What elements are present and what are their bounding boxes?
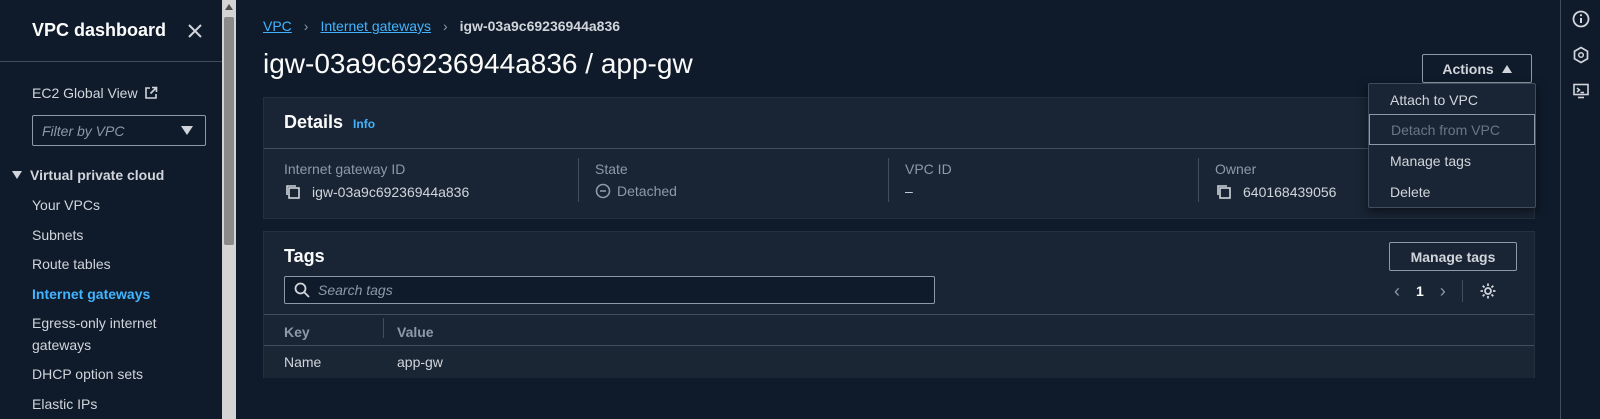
table-row: Name app-gw [264, 345, 1534, 378]
menu-item-attach-to-vpc[interactable]: Attach to VPC [1369, 84, 1535, 115]
column-header-key[interactable]: Key [284, 324, 310, 340]
tags-panel: Tags Manage tags Search tags ‹ 1 › Key V… [263, 231, 1535, 378]
tag-key-cell: Name [284, 354, 322, 370]
field-divider [578, 158, 579, 202]
sidebar-scrollbar[interactable] [222, 0, 236, 419]
tag-value-cell: app-gw [397, 354, 443, 370]
pager-divider [1461, 280, 1463, 302]
sidebar-item-elastic-ips[interactable]: Elastic IPs [32, 396, 97, 412]
caret-down-icon [12, 171, 22, 179]
sidebar-ec2-label: EC2 Global View [32, 85, 138, 101]
details-heading: Details [284, 112, 344, 132]
tags-heading: Tags [284, 246, 325, 266]
actions-label: Actions [1442, 60, 1494, 77]
search-tags-placeholder: Search tags [318, 282, 393, 298]
scroll-up-icon[interactable] [225, 4, 233, 10]
filter-by-vpc-select[interactable]: Filter by VPC [32, 115, 206, 146]
vpc-id-label: VPC ID [905, 161, 952, 177]
chevron-left-icon[interactable]: ‹ [1394, 281, 1400, 302]
sidebar-item-your-vpcs[interactable]: Your VPCs [32, 197, 100, 213]
sidebar-title: VPC dashboard [32, 20, 167, 40]
utility-rail [1560, 0, 1600, 419]
state-label: State [595, 161, 628, 177]
sidebar-link-ec2-global-view[interactable]: EC2 Global View [32, 85, 158, 101]
sidebar-item-internet-gateways[interactable]: Internet gateways [32, 286, 150, 302]
vpc-id-field: VPC ID – [905, 161, 952, 199]
menu-item-manage-tags[interactable]: Manage tags [1369, 145, 1535, 176]
stopped-status-icon [595, 183, 611, 199]
sidebar-item-egress-only-internet-gateways[interactable]: Egress-only internet [32, 315, 157, 331]
caret-up-icon [1501, 64, 1512, 73]
owner-field: Owner 640168439056 [1215, 161, 1336, 201]
close-icon[interactable] [186, 22, 204, 40]
menu-item-delete[interactable]: Delete [1369, 176, 1535, 207]
hexagon-icon[interactable] [1572, 46, 1590, 64]
owner-value: 640168439056 [1243, 184, 1337, 200]
gateway-id-field: Internet gateway ID igw-03a9c69236944a83… [284, 161, 469, 201]
page-number[interactable]: 1 [1416, 283, 1424, 299]
field-divider [888, 158, 889, 202]
copy-icon[interactable] [1215, 183, 1233, 201]
info-icon[interactable] [1572, 10, 1590, 28]
gateway-id-label: Internet gateway ID [284, 161, 406, 177]
owner-label: Owner [1215, 161, 1257, 177]
actions-button[interactable]: Actions [1422, 54, 1532, 83]
external-link-icon [144, 86, 157, 99]
details-panel: Details Info Internet gateway ID igw-03a… [263, 97, 1535, 219]
sidebar-item-route-tables[interactable]: Route tables [32, 256, 111, 272]
sidebar: VPC dashboard EC2 Global View Filter by … [0, 0, 222, 419]
sidebar-item-dhcp-option-sets[interactable]: DHCP option sets [32, 366, 143, 382]
menu-item-detach-from-vpc: Detach from VPC [1369, 114, 1535, 145]
filter-placeholder: Filter by VPC [42, 122, 125, 139]
state-value: Detached [617, 183, 677, 199]
column-header-value[interactable]: Value [397, 324, 434, 340]
search-icon [294, 282, 310, 298]
sidebar-section-label: Virtual private cloud [30, 167, 165, 183]
cloudshell-icon[interactable] [1572, 82, 1590, 100]
gateway-id-value: igw-03a9c69236944a836 [312, 184, 470, 200]
breadcrumb-vpc[interactable]: VPC [263, 18, 292, 34]
vpc-id-value: – [905, 183, 913, 199]
breadcrumb: VPC › Internet gateways › igw-03a9c69236… [263, 18, 620, 34]
page-title: igw-03a9c69236944a836 / app-gw [263, 48, 693, 79]
search-tags-input[interactable]: Search tags [284, 276, 935, 304]
pagination: ‹ 1 › [1394, 280, 1497, 302]
scrollbar-thumb[interactable] [224, 17, 234, 245]
breadcrumb-current: igw-03a9c69236944a836 [459, 18, 621, 34]
chevron-right-icon: › [303, 18, 309, 34]
info-link[interactable]: Info [353, 117, 375, 131]
column-resizer[interactable] [383, 318, 384, 338]
actions-menu: Attach to VPC Detach from VPC Manage tag… [1368, 83, 1536, 208]
chevron-right-icon: › [442, 18, 448, 34]
field-divider [1198, 158, 1199, 202]
sidebar-item-egress-only-internet-gateways-cont[interactable]: gateways [32, 337, 91, 353]
caret-down-icon [181, 126, 193, 135]
copy-icon[interactable] [284, 183, 302, 201]
sidebar-divider [0, 61, 222, 62]
manage-tags-button[interactable]: Manage tags [1389, 242, 1517, 271]
sidebar-item-subnets[interactable]: Subnets [32, 227, 83, 243]
breadcrumb-internet-gateways[interactable]: Internet gateways [320, 18, 431, 34]
sidebar-section-virtual-private-cloud[interactable]: Virtual private cloud [12, 167, 164, 183]
state-field: State Detached [595, 161, 677, 199]
table-top-divider [264, 314, 1534, 315]
details-divider [264, 148, 1534, 149]
chevron-right-icon[interactable]: › [1440, 281, 1446, 302]
gear-icon[interactable] [1479, 282, 1497, 300]
